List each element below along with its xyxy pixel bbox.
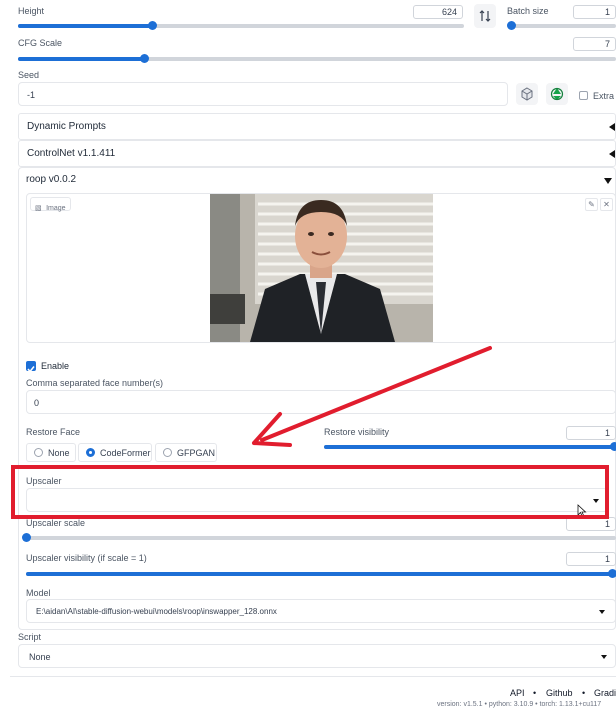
image-upload-area[interactable]: ▧ Image ✎ ✕ [26,193,616,343]
accordion-dynamic-prompts-title: Dynamic Prompts [27,121,106,132]
batch-size-number-input[interactable]: 1 [573,5,616,19]
random-seed-button[interactable] [516,83,538,105]
image-label-badge: ▧ Image [30,197,71,212]
upscaler-visibility-slider-fill [26,572,612,576]
cfg-scale-slider[interactable] [18,54,616,63]
restore-visibility-slider-thumb[interactable] [610,442,616,451]
face-numbers-value: 0 [34,398,40,408]
chevron-down-icon [599,610,605,614]
recycle-icon [550,87,564,101]
batch-size-slider[interactable] [507,21,616,30]
extra-label: Extra [593,91,615,101]
accordion-dynamic-prompts[interactable]: Dynamic Prompts [18,113,616,140]
uploaded-face-image [210,194,433,342]
close-icon[interactable]: ✕ [600,198,613,211]
restore-visibility-number-input[interactable]: 1 [566,426,616,440]
upscaler-scale-number-input[interactable]: 1 [566,517,616,531]
upscaler-dropdown[interactable] [26,488,608,512]
restore-face-option-codeformer[interactable]: CodeFormer [78,443,152,462]
mouse-cursor-icon [577,504,587,518]
reuse-seed-button[interactable] [546,83,568,105]
version-info: version: v1.5.1 • python: 3.10.9 • torch… [437,701,602,708]
restore-visibility-slider-fill [324,445,614,449]
face-numbers-input[interactable]: 0 [26,390,616,414]
radio-none-dot [34,448,43,457]
height-slider[interactable] [18,21,464,30]
model-label: Model [26,588,51,598]
accordion-controlnet[interactable]: ControlNet v1.1.411 [18,140,616,167]
collapsed-triangle-icon [609,150,615,158]
enable-label: Enable [41,361,70,371]
restore-face-option-none[interactable]: None [26,443,76,462]
footer-separator: • [533,688,537,698]
image-label: Image [46,205,66,212]
cfg-scale-number-input[interactable]: 7 [573,37,616,51]
upscaler-visibility-slider[interactable] [26,569,616,578]
upscaler-scale-slider-thumb[interactable] [22,533,31,542]
footer-link-gradio[interactable]: Gradi [594,688,616,698]
upscaler-visibility-number-input[interactable]: 1 [566,552,616,566]
accordion-roop[interactable]: roop v0.0.2 [18,167,616,194]
cfg-scale-label: CFG Scale [18,38,63,48]
height-label: Height [18,6,45,16]
accordion-roop-title: roop v0.0.2 [26,174,77,185]
height-number-input[interactable]: 624 [413,5,463,19]
upscaler-visibility-slider-thumb[interactable] [608,569,616,578]
script-label: Script [18,632,42,642]
footer-separator: • [582,688,586,698]
edit-icon[interactable]: ✎ [585,198,598,211]
seed-input[interactable]: -1 [18,82,508,106]
restore-visibility-label: Restore visibility [324,427,390,437]
seed-label: Seed [18,70,40,80]
upscaler-scale-label: Upscaler scale [26,518,86,528]
image-icon: ▧ [35,205,42,212]
enable-checkbox[interactable] [26,361,36,373]
script-value: None [29,652,51,662]
model-dropdown[interactable]: E:\aidan\AI\stable-diffusion-webui\model… [26,599,616,623]
upscaler-visibility-label: Upscaler visibility (if scale = 1) [26,553,147,563]
restore-face-label: Restore Face [26,427,81,437]
radio-gfpgan-dot [163,448,172,457]
seed-value: -1 [27,90,36,100]
extra-checkbox[interactable] [579,91,588,100]
checkmark-icon [27,366,35,373]
footer-divider [10,676,616,677]
swap-dimensions-button[interactable] [474,4,496,28]
cfg-scale-slider-thumb[interactable] [139,54,149,63]
radio-codeformer-dot [86,448,95,457]
radio-codeformer-label: CodeFormer [100,448,151,458]
chevron-down-icon [593,499,599,503]
upscaler-label: Upscaler [26,476,62,486]
height-slider-fill [18,24,152,28]
batch-size-slider-thumb[interactable] [507,21,516,30]
accordion-controlnet-title: ControlNet v1.1.411 [27,148,116,159]
footer-link-github[interactable]: Github [546,688,573,698]
script-dropdown[interactable]: None [18,644,616,668]
cfg-scale-slider-fill [18,57,144,61]
height-slider-thumb[interactable] [147,21,157,30]
restore-visibility-slider[interactable] [324,442,616,451]
model-value: E:\aidan\AI\stable-diffusion-webui\model… [36,607,277,616]
swap-vertical-icon [479,10,491,22]
collapsed-triangle-icon [609,123,615,131]
radio-none-label: None [48,448,70,458]
dice-icon [521,87,533,101]
batch-size-label: Batch size [507,6,549,16]
chevron-down-icon [601,655,607,659]
upscaler-scale-slider[interactable] [22,533,616,542]
face-numbers-label: Comma separated face number(s) [26,378,164,388]
restore-face-option-gfpgan[interactable]: GFPGAN [155,443,217,462]
footer-link-api[interactable]: API [510,688,525,698]
expanded-triangle-icon [604,178,612,184]
radio-gfpgan-label: GFPGAN [177,448,216,458]
